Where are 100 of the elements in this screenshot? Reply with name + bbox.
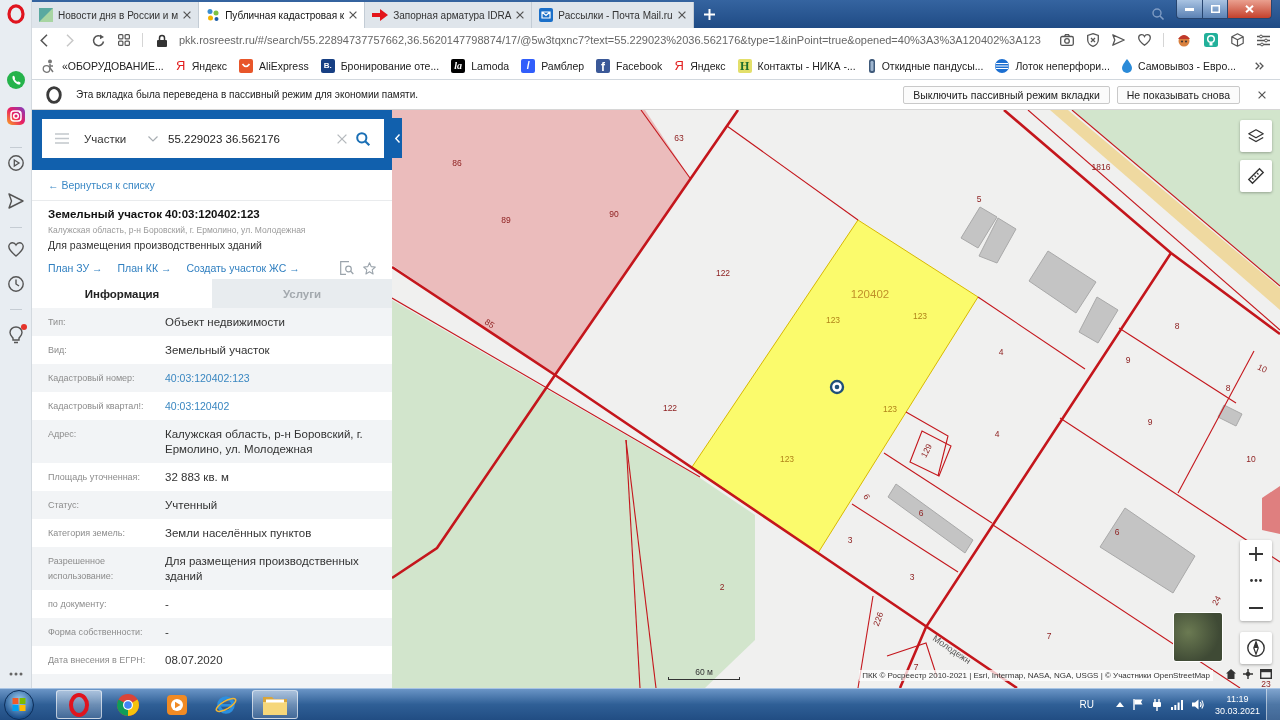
dont-show-again-button[interactable]: Не показывать снова [1116,85,1240,104]
letter-icon: Я [674,58,685,73]
screen-icon[interactable] [1260,669,1272,679]
chevrons-icon[interactable] [1255,61,1264,70]
bookmark-link[interactable]: Яндекс [690,59,726,72]
close-icon[interactable] [516,11,525,19]
start-orb-icon[interactable] [4,689,34,720]
clock-icon[interactable] [7,276,24,292]
taskbar-button[interactable] [252,690,298,719]
close-window-button[interactable] [1228,0,1272,19]
folder-icon [263,694,287,715]
disable-passive-mode-button[interactable]: Выключить пассивный режим вкладки [903,85,1110,104]
crosshair-icon[interactable] [1243,669,1253,679]
document-search-icon[interactable] [340,261,354,275]
tab[interactable]: Рассылки - Почта Mail.ru [532,2,694,28]
bookmark-link[interactable]: AliExpress [259,59,309,72]
envelope-icon [539,8,554,22]
smile-icon [239,58,254,73]
maximize-button[interactable] [1202,0,1228,19]
field-label: Площадь уточненная: [48,471,141,484]
parcel-number: 5 [976,194,982,204]
grid-icon[interactable] [118,34,130,46]
search-icon[interactable] [356,131,370,146]
field-label: по документу: [48,598,108,611]
flag-icon[interactable] [1132,699,1143,710]
chat-icon[interactable] [6,71,25,89]
send-icon[interactable] [1112,34,1125,46]
show-desktop-button[interactable] [1266,689,1280,720]
minimize-button[interactable] [1176,0,1202,19]
tray-expand-icon[interactable] [1115,702,1124,707]
map-attribution: ПКК © Росреестр 2010-2021 | Esri, Intermap, NASA, NGA, USGS | © Участники OpenStreetMap [859,670,1213,681]
parcel-number: 8 [1225,383,1231,393]
bookmark-link[interactable]: Лоток неперфори... [1015,59,1110,72]
address-field[interactable]: pkk.rosreestr.ru/#/search/55.22894737757662,36.5620147798874/17/@5w3tqxnc7?text=55.229023%2036.562176&type=1&inPoint=true&opened=40%3A3%3A120402%3A123 [179,34,1041,46]
send-icon[interactable] [7,193,24,209]
back-link[interactable]: ← Вернуться к списку [48,179,155,191]
plus-icon[interactable] [703,8,715,20]
lightbulb-icon[interactable] [8,326,23,344]
bookmark-link[interactable]: Яндекс [191,59,228,72]
logo-icon[interactable] [6,4,25,24]
close-icon[interactable] [349,11,358,19]
collapse-button[interactable] [392,118,402,158]
bookmark-link[interactable]: «ОБОРУДОВАНИЕ... [62,59,164,72]
layers-button[interactable] [1240,120,1272,152]
field-label: Статус: [48,499,80,512]
minus-icon [1249,606,1263,609]
bookmark-link[interactable]: Бронирование оте... [340,59,440,72]
ruler-icon [1248,168,1264,184]
tab[interactable]: Запорная арматура IDRA [365,2,533,28]
bookmark-link[interactable]: Контакты - НИКА -... [757,59,856,72]
bookmark-link[interactable]: Lamoda [471,59,510,72]
close-icon[interactable] [677,11,686,19]
cube-icon[interactable] [1231,33,1244,47]
plus-icon [1249,546,1263,561]
field-label: Дата внесения в ЕГРН: [48,654,147,667]
parcel-number: 10 [1246,454,1256,464]
plan-link[interactable]: План ЗУ → [48,262,103,274]
star-icon[interactable] [363,261,376,275]
play-icon[interactable] [7,155,24,171]
camera-icon[interactable] [1060,34,1074,46]
more-icon[interactable] [8,672,23,676]
bookmark-link[interactable]: Рамблер [541,59,585,72]
close-icon[interactable] [1258,90,1266,99]
compass-button[interactable] [1240,632,1272,664]
bookmark-link[interactable]: Самовывоз - Евро... [1137,59,1236,72]
value-link[interactable]: 40:03:120402:123 [165,371,388,386]
heart-icon[interactable] [1138,34,1151,46]
volume-icon[interactable] [1191,699,1204,710]
heart-icon[interactable] [7,242,24,257]
plan-link[interactable]: План КК → [117,262,172,274]
value-link[interactable]: 40:03:120402 [165,399,388,414]
tab[interactable]: Публичная кадастровая к [199,2,366,28]
back-icon[interactable] [40,33,48,47]
language-indicator[interactable]: RU [1079,699,1094,710]
search-icon[interactable] [1152,8,1164,20]
tab[interactable]: Новости дня в России и м [32,2,200,28]
satellite-thumbnail[interactable] [1173,612,1223,662]
search-field[interactable]: 55.229023 36.562176 [168,132,337,145]
home-icon[interactable] [1226,669,1236,679]
parcel-number: 6 [861,492,873,502]
plug-icon[interactable] [1151,698,1162,711]
field-value: - [165,597,170,612]
bookmark-link[interactable]: Откидные пандусы... [881,59,984,72]
character-icon[interactable] [1177,33,1191,47]
menu-icon[interactable] [1257,34,1270,46]
taskbar-button[interactable] [56,690,102,719]
shield-icon[interactable] [1087,33,1099,47]
signal-icon[interactable] [1170,699,1183,710]
ruler-button[interactable] [1240,160,1272,192]
parcel-number: 6 [918,508,924,518]
field-label: Кадастровый квартал!: [48,400,145,413]
reload-icon[interactable] [92,33,105,47]
bookmark-link[interactable]: Facebook [616,59,663,72]
layer-dropdown[interactable]: Участки [84,132,158,145]
ring-tile-icon[interactable] [1204,33,1218,47]
camera-icon[interactable] [6,107,25,125]
field-value: Калужская область, р-н Боровский, г. Ермолино, ул. Молодежная [165,427,364,457]
close-icon[interactable] [183,11,192,19]
plan-link[interactable]: Создать участок ЖС → [186,262,300,274]
parcel-number: 123 [882,404,898,414]
